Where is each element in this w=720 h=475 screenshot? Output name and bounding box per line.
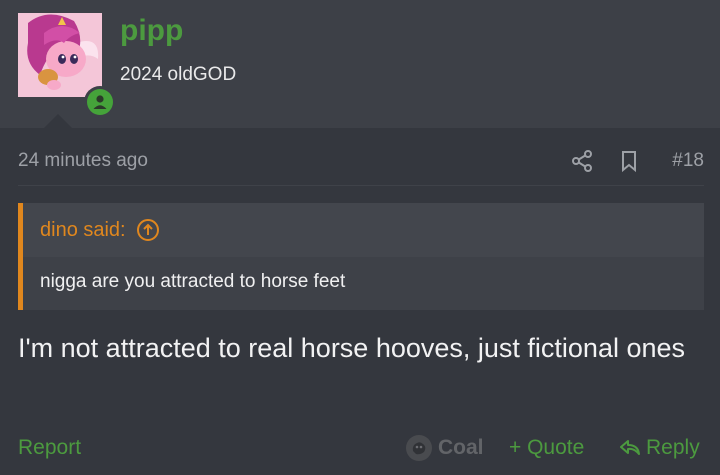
quote-header: dino said: <box>23 203 704 257</box>
arrow-up-circle-icon[interactable] <box>136 218 160 242</box>
reply-label: Reply <box>646 436 700 459</box>
bookmark-icon[interactable] <box>617 149 641 173</box>
quote-button[interactable]: + Quote <box>509 436 584 460</box>
share-icon[interactable] <box>570 149 594 173</box>
header-pointer <box>44 114 72 128</box>
user-title: 2024 oldGOD <box>120 64 237 85</box>
quote-text: nigga are you attracted to horse feet <box>40 271 346 292</box>
post-meta: 24 minutes ago #18 <box>18 148 704 176</box>
reply-button[interactable]: Reply <box>618 433 700 463</box>
avatar[interactable] <box>18 13 116 118</box>
post-user-header: pipp 2024 oldGOD <box>0 0 720 128</box>
username-link[interactable]: pipp <box>120 14 183 48</box>
quote-block: dino said: nigga are you attracted to ho… <box>18 203 704 310</box>
meta-divider <box>18 185 704 186</box>
forum-post: pipp 2024 oldGOD 24 minutes ago #18 dino… <box>0 0 720 475</box>
coal-reaction-icon <box>406 435 432 461</box>
reply-icon <box>620 440 640 455</box>
online-user-icon <box>84 86 116 118</box>
post-body: I'm not attracted to real horse hooves, … <box>18 333 686 363</box>
post-actions: Report Coal + Quote Reply <box>18 432 704 464</box>
quote-author[interactable]: dino said: <box>40 219 126 242</box>
post-number-link[interactable]: #18 <box>672 150 704 172</box>
post-timestamp[interactable]: 24 minutes ago <box>18 150 148 172</box>
reaction-button[interactable]: Coal <box>406 433 484 463</box>
reaction-label: Coal <box>438 436 484 459</box>
report-link[interactable]: Report <box>18 436 81 460</box>
pony-avatar-image <box>18 13 102 97</box>
